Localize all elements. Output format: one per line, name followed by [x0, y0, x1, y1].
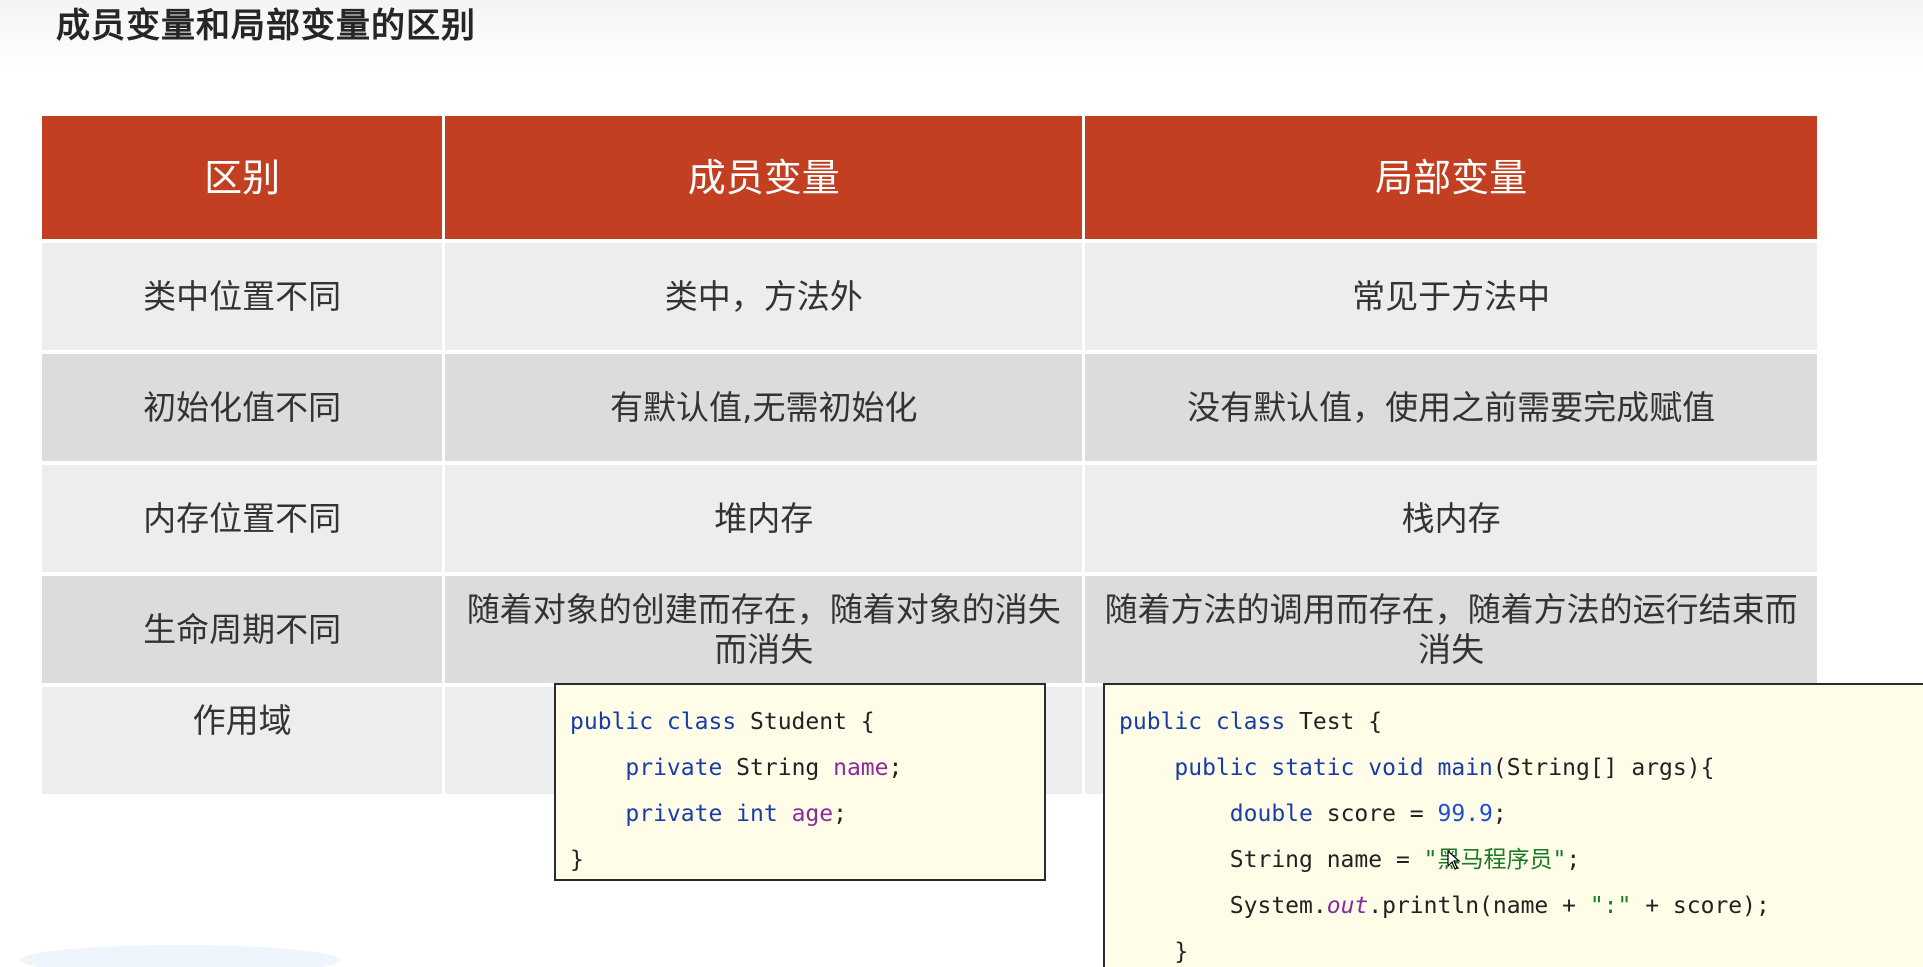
table-row: 类中位置不同 类中，方法外 常见于方法中	[42, 243, 1818, 350]
code-keyword: double	[1229, 801, 1313, 827]
code-text: ;	[833, 801, 847, 827]
local-cell: 随着方法的调用而存在，随着方法的运行结束而消失	[1085, 576, 1818, 683]
row-label: 作用域	[42, 687, 443, 794]
code-text: Test {	[1285, 709, 1383, 735]
local-cell: 栈内存	[1085, 465, 1818, 572]
code-line: String name = "黑马程序员";	[1119, 837, 1923, 883]
code-number: 99.9	[1437, 801, 1493, 827]
code-method: main	[1437, 755, 1493, 781]
code-text: String	[722, 755, 834, 781]
header-cell-local-variable: 局部变量	[1085, 116, 1818, 239]
code-static-field: out	[1326, 893, 1369, 919]
table-row: 初始化值不同 有默认值,无需初始化 没有默认值，使用之前需要完成赋值	[42, 354, 1818, 461]
header-cell-difference: 区别	[42, 116, 443, 239]
code-line: double score = 99.9;	[1119, 791, 1923, 837]
member-cell: 随着对象的创建而存在，随着对象的消失而消失	[445, 576, 1083, 683]
header-cell-member-variable: 成员变量	[445, 116, 1083, 239]
row-label: 类中位置不同	[42, 243, 443, 350]
code-string: "黑马程序员"	[1423, 847, 1567, 873]
code-keyword: private int	[625, 801, 778, 827]
code-line: public static void main(String[] args){	[1119, 745, 1923, 791]
code-text: (String[] args){	[1492, 755, 1715, 781]
row-label: 生命周期不同	[42, 576, 443, 683]
code-keyword: public class	[570, 709, 737, 735]
code-text: ;	[1566, 847, 1581, 873]
code-field: age	[791, 801, 834, 827]
code-line: private String name;	[570, 745, 1044, 791]
test-class-code-box: public class Test { public static void m…	[1103, 683, 1923, 967]
slide: 成员变量和局部变量的区别 区别 成员变量 局部变量 类中位置不同 类中，方法外 …	[0, 0, 1923, 967]
code-text: Student {	[736, 709, 875, 735]
code-string: ":"	[1589, 893, 1632, 919]
mouse-cursor-icon	[1447, 850, 1461, 870]
table-row: 内存位置不同 堆内存 栈内存	[42, 465, 1818, 572]
code-keyword: public class	[1119, 709, 1286, 735]
code-line: System.out.println(name + ":" + score);	[1119, 883, 1923, 929]
student-class-code-box: public class Student { private String na…	[554, 683, 1046, 881]
code-text: .println(name +	[1368, 893, 1590, 919]
code-line: public class Student {	[570, 699, 1044, 745]
code-text: ;	[1492, 801, 1507, 827]
row-label: 内存位置不同	[42, 465, 443, 572]
member-cell: 有默认值,无需初始化	[445, 354, 1083, 461]
member-cell: 类中，方法外	[445, 243, 1083, 350]
row-label: 初始化值不同	[42, 354, 443, 461]
code-keyword: public static void	[1174, 755, 1424, 781]
code-text: score =	[1312, 801, 1438, 827]
code-text: ;	[888, 755, 903, 781]
code-text: }	[1174, 939, 1189, 965]
local-cell: 常见于方法中	[1085, 243, 1818, 350]
code-keyword: private	[625, 755, 723, 781]
slide-title: 成员变量和局部变量的区别	[56, 6, 476, 46]
code-line: }	[570, 837, 1044, 883]
code-line: private int age;	[570, 791, 1044, 837]
local-cell: 没有默认值，使用之前需要完成赋值	[1085, 354, 1818, 461]
code-line: }	[1119, 929, 1923, 967]
code-text: String name =	[1229, 847, 1424, 873]
code-text: System.	[1229, 893, 1327, 919]
code-line: public class Test {	[1119, 699, 1923, 745]
decorative-shape	[20, 945, 340, 967]
table-header-row: 区别 成员变量 局部变量	[42, 116, 1818, 239]
code-field: name	[833, 755, 889, 781]
table-row: 生命周期不同 随着对象的创建而存在，随着对象的消失而消失 随着方法的调用而存在，…	[42, 576, 1818, 683]
member-cell: 堆内存	[445, 465, 1083, 572]
code-text: }	[570, 847, 584, 873]
code-text: + score);	[1631, 893, 1770, 919]
